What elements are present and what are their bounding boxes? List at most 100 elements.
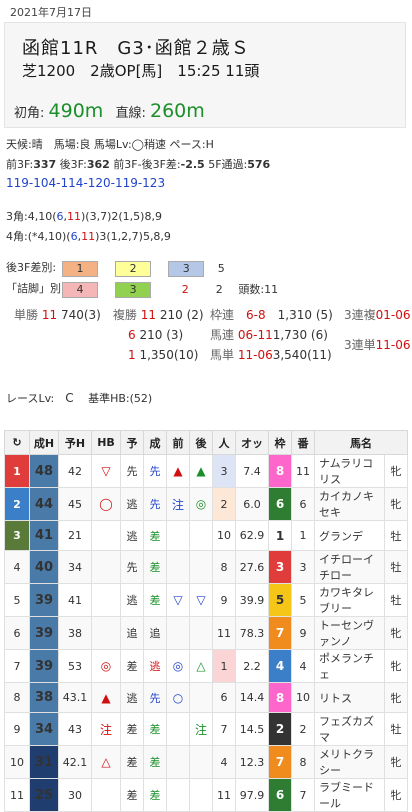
hb-mark-cell: ▲ [91,682,121,713]
table-row[interactable]: 7 39 53 ◎ 差逃 ◎ △ 1 2.2 4 4 ポメランチェ牝 [4,649,408,683]
col-header[interactable]: 前 [166,430,190,455]
horse-name-link[interactable]: ポメランチェ [314,649,385,683]
score-cell: 39 [29,649,59,683]
rank-cell: 11 [4,778,30,812]
pred-score-cell: 42 [58,454,92,488]
frame-cell: 1 [268,520,292,551]
popularity-cell: 4 [212,745,236,779]
course-distance: 初角: 490m 直線: 260m [14,100,205,122]
back-mark-cell [189,778,213,812]
horse-name-link[interactable]: イチローイチロー [314,550,385,584]
back-mark-cell: ▽ [189,583,213,617]
table-row[interactable]: 10 31 42.1 △ 差差 4 12.3 7 8 メリトクラシー牝 [4,745,408,779]
front-mark-cell [166,520,190,551]
score-cell: 39 [29,583,59,617]
hb-mark-cell [91,616,121,650]
col-header[interactable]: 後 [189,430,213,455]
horse-name-link[interactable]: カワキタレブリー [314,583,385,617]
horse-name-link[interactable]: カイカノキセキ [314,487,385,521]
col-header[interactable]: 人 [212,430,236,455]
pred-style-cell: 逃 [120,487,144,521]
rank-badge: 2 [215,283,223,296]
horse-name-link[interactable]: ナムラリコリス [314,454,385,488]
odds-cell: 2.2 [235,649,269,683]
col-header[interactable]: HB [91,430,121,455]
horse-number-cell: 10 [291,682,315,713]
odds-cell: 97.9 [235,778,269,812]
horse-name-link[interactable]: フェズカズマ [314,712,385,746]
frame-cell: 7 [268,616,292,650]
horse-name-link[interactable]: ラブミードール [314,778,385,812]
late3f-rank-badges: 1 2 3 5 [62,257,233,277]
pred-style-cell: 逃 [120,682,144,713]
horse-name-link[interactable]: トーセンヴァンノ [314,616,385,650]
table-row[interactable]: 6 39 38 追追 11 78.3 7 9 トーセンヴァンノ牝 [4,616,408,650]
condition-line: 天候:晴 馬場:良 馬場Lv:◯稍速 ペース:H [6,138,214,151]
back-mark-cell [189,682,213,713]
table-row[interactable]: 11 25 30 差差 11 97.9 6 7 ラブミードール牝 [4,778,408,812]
col-header[interactable]: 予H [58,430,92,455]
front-mark-cell [166,745,190,779]
back-mark-cell: 注 [189,712,213,746]
table-row[interactable]: 2 44 45 ◯ 逃先注 ◎ 2 6.0 6 6 カイカノキセキ牝 [4,487,408,521]
rank-cell: 8 [4,682,30,713]
popularity-cell: 2 [212,487,236,521]
corner4-order: 4角:(*4,10)(6,11)3(1,2,7)5,8,9 [6,230,171,243]
popularity-cell: 9 [212,583,236,617]
results-table: ↻ 成H 予H HB 予 成 前 後 人 オッ 枠 番 馬名 1 48 42 ▽ 先先 ▲… [4,430,408,812]
pred-style-cell: 先 [120,454,144,488]
table-row[interactable]: 4 40 34 先差 8 27.6 3 3 イチローイチロー牡 [4,550,408,584]
horse-name-link[interactable]: グランデ [314,520,385,551]
front-mark-cell: 注 [166,487,190,521]
actual-style-cell: 先 [143,487,167,521]
score-cell: 25 [29,778,59,812]
table-row[interactable]: 8 38 43.1 ▲ 逃先 ○ 6 14.4 8 10 リトス牝 [4,682,408,713]
odds-cell: 7.4 [235,454,269,488]
pred-score-cell: 30 [58,778,92,812]
table-row[interactable]: 3 41 21 逃差 10 62.9 1 1 グランデ牡 [4,520,408,551]
tsumeashi-rank-label: 「詰脚」別: [6,282,65,295]
lap-times: 119-104-114-120-119-123 [6,176,166,190]
popularity-cell: 3 [212,454,236,488]
pred-score-cell: 41 [58,583,92,617]
popularity-cell: 11 [212,778,236,812]
rank-badge: 2 [181,283,189,296]
race-subtitle: 芝1200 2歳OP[馬] 15:25 11頭 [22,62,260,80]
col-header[interactable]: 成 [143,430,167,455]
col-header[interactable]: 枠 [268,430,292,455]
col-header[interactable]: オッ [235,430,269,455]
table-row[interactable]: 9 34 43 注差差注 7 14.5 2 2 フェズカズマ牡 [4,712,408,746]
race-level: レースLv: C 基準HB:(52) [6,391,153,405]
col-header[interactable]: 成H [29,430,59,455]
frame-cell: 6 [268,778,292,812]
table-row[interactable]: 1 48 42 ▽ 先先 ▲ ▲ 3 7.4 8 11 ナムラリコリス牝 [4,454,408,488]
col-header[interactable]: 予 [120,430,144,455]
tsumeashi-rank-badges: 4 3 2 2 頭数:11 [62,278,278,298]
horse-name-link[interactable]: リトス [314,682,385,713]
popularity-cell: 8 [212,550,236,584]
score-cell: 44 [29,487,59,521]
pred-score-cell: 43.1 [58,682,92,713]
odds-cell: 6.0 [235,487,269,521]
rank-badge: 5 [217,262,225,275]
table-row[interactable]: 5 39 41 逃差 ▽ ▽ 9 39.9 5 5 カワキタレブリー牡 [4,583,408,617]
sex-cell: 牡 [384,712,408,746]
pred-score-cell: 45 [58,487,92,521]
table-header-row: ↻ 成H 予H HB 予 成 前 後 人 オッ 枠 番 馬名 [4,430,408,455]
actual-style-cell: 逃 [143,649,167,683]
odds-cell: 14.5 [235,712,269,746]
hb-mark-cell: ◎ [91,649,121,683]
horse-name-link[interactable]: メリトクラシー [314,745,385,779]
rank-badge: 1 [62,261,98,277]
sex-cell: 牝 [384,454,408,488]
actual-style-cell: 差 [143,778,167,812]
col-header[interactable]: 馬名 [314,430,408,455]
popularity-cell: 1 [212,649,236,683]
col-header[interactable]: 番 [291,430,315,455]
front-mark-cell: ○ [166,682,190,713]
front-mark-cell [166,616,190,650]
sort-icon[interactable]: ↻ [4,430,30,455]
rank-cell: 9 [4,712,30,746]
sex-cell: 牡 [384,583,408,617]
race-title: 函館11R G3･函館２歳Ｓ [22,38,250,59]
